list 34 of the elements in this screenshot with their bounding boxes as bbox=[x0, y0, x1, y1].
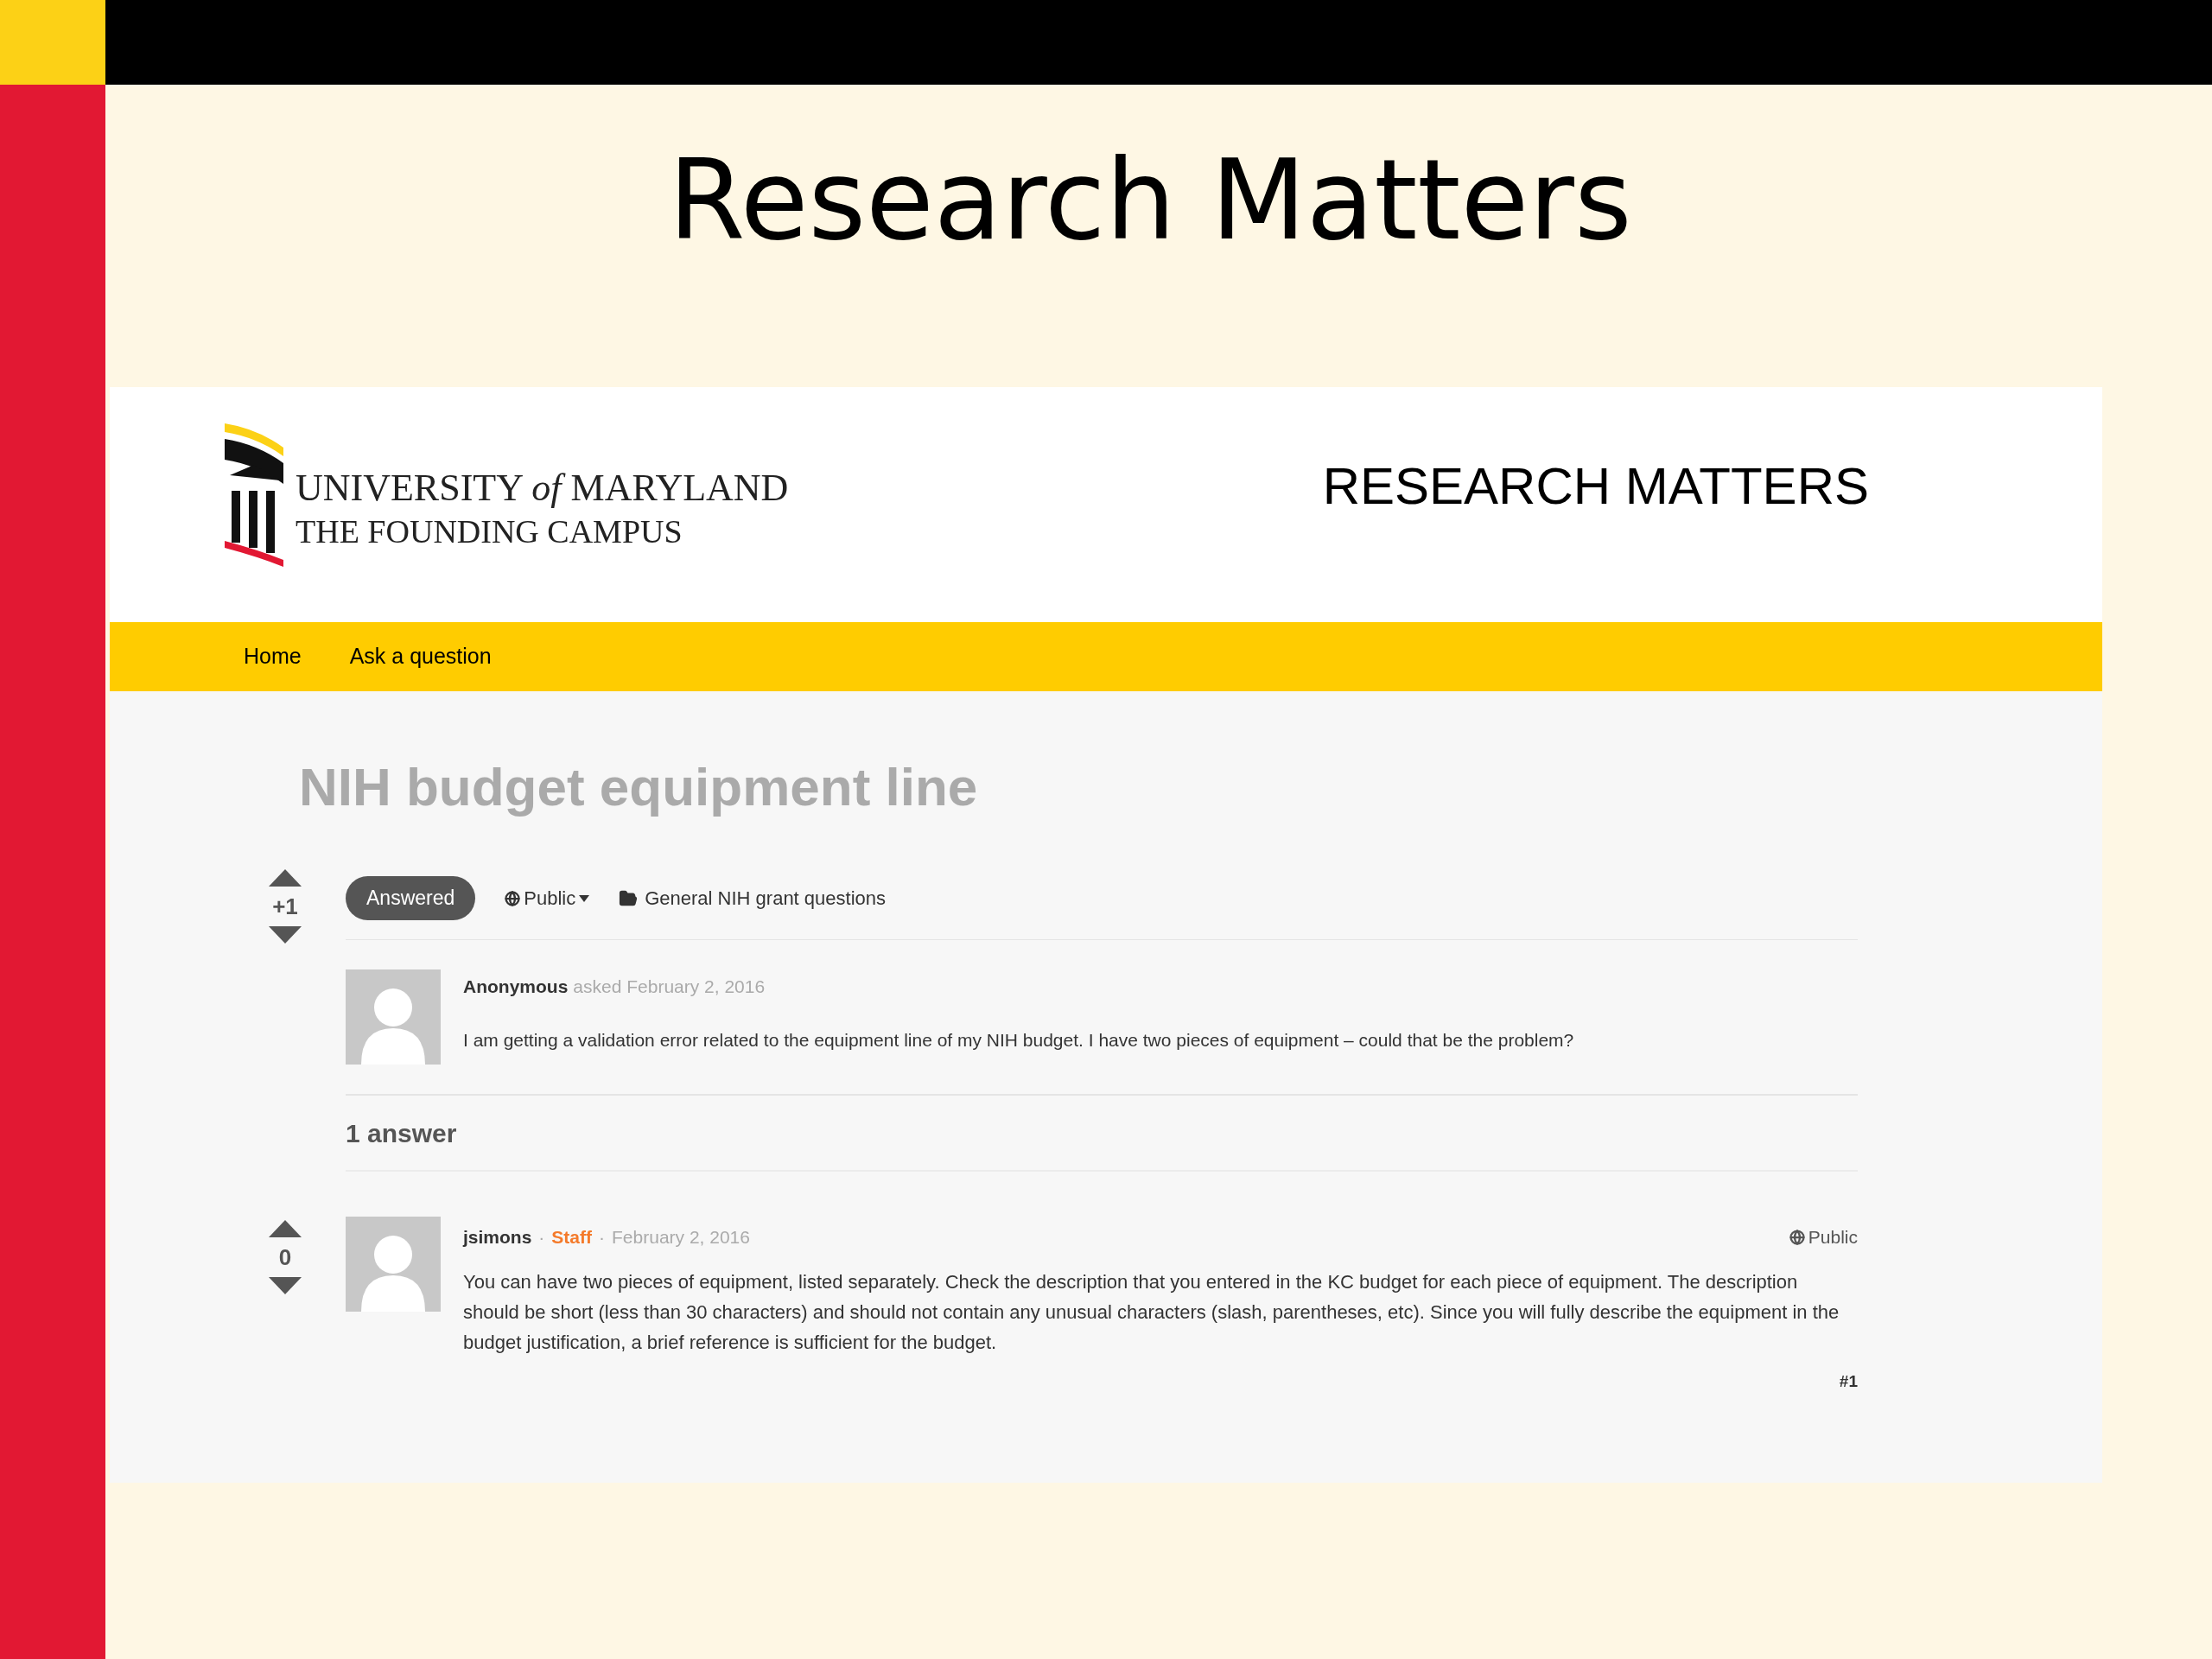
avatar-icon bbox=[346, 969, 441, 1065]
post-date: asked February 2, 2016 bbox=[573, 976, 766, 998]
upvote-icon[interactable] bbox=[267, 1218, 303, 1239]
site-title: RESEARCH MATTERS bbox=[1322, 456, 1869, 517]
folder-icon bbox=[619, 888, 639, 908]
category-link[interactable]: General NIH grant questions bbox=[619, 884, 887, 912]
logo-text: UNIVERSITY of MARYLAND bbox=[296, 465, 789, 511]
vote-count: 0 bbox=[278, 1243, 292, 1272]
logo-icon bbox=[223, 422, 285, 569]
downvote-icon[interactable] bbox=[267, 925, 303, 945]
upvote-icon[interactable] bbox=[267, 868, 303, 888]
avatar-icon bbox=[346, 1217, 441, 1312]
separator: · bbox=[599, 1226, 606, 1249]
caret-icon bbox=[579, 894, 590, 902]
globe-icon bbox=[505, 890, 521, 906]
answers-heading: 1 answer bbox=[346, 1117, 457, 1149]
author-name[interactable]: Anonymous bbox=[463, 973, 569, 1001]
answer-text: You can have two pieces of equipment, listed separately. Check the description that you entered in the KC budget for each piece of equipment. The description should be short (less than 30 characters) and should not contain any unusual characters (slash, parentheses, etc). Since you will fully describe the equipment in the budget justification, a brief reference is sufficient for the budget. bbox=[463, 1269, 1840, 1355]
logo-text: THE FOUNDING CAMPUS bbox=[296, 512, 683, 551]
post-date: February 2, 2016 bbox=[612, 1226, 750, 1249]
role-label: Staff bbox=[551, 1226, 593, 1249]
globe-icon bbox=[1789, 1229, 1805, 1245]
question-text: I am getting a validation error related to the equipment line of my NIH budget. I have two pieces of equipment – could that be the problem? bbox=[463, 1028, 1574, 1052]
visibility-label: Public bbox=[1808, 1226, 1858, 1249]
slide-title: Research Matters bbox=[668, 145, 1632, 256]
author-name[interactable]: jsimons bbox=[463, 1224, 532, 1251]
status-badge: Answered bbox=[346, 876, 476, 920]
separator: · bbox=[538, 1226, 545, 1249]
vote-count: +1 bbox=[272, 893, 298, 921]
nav-link[interactable]: Ask a question bbox=[349, 640, 492, 673]
visibility-dropdown[interactable]: Public bbox=[505, 884, 590, 912]
nav-link[interactable]: Home bbox=[244, 640, 302, 673]
downvote-icon[interactable] bbox=[267, 1275, 303, 1296]
answer-number: #1 bbox=[1839, 1370, 1858, 1392]
